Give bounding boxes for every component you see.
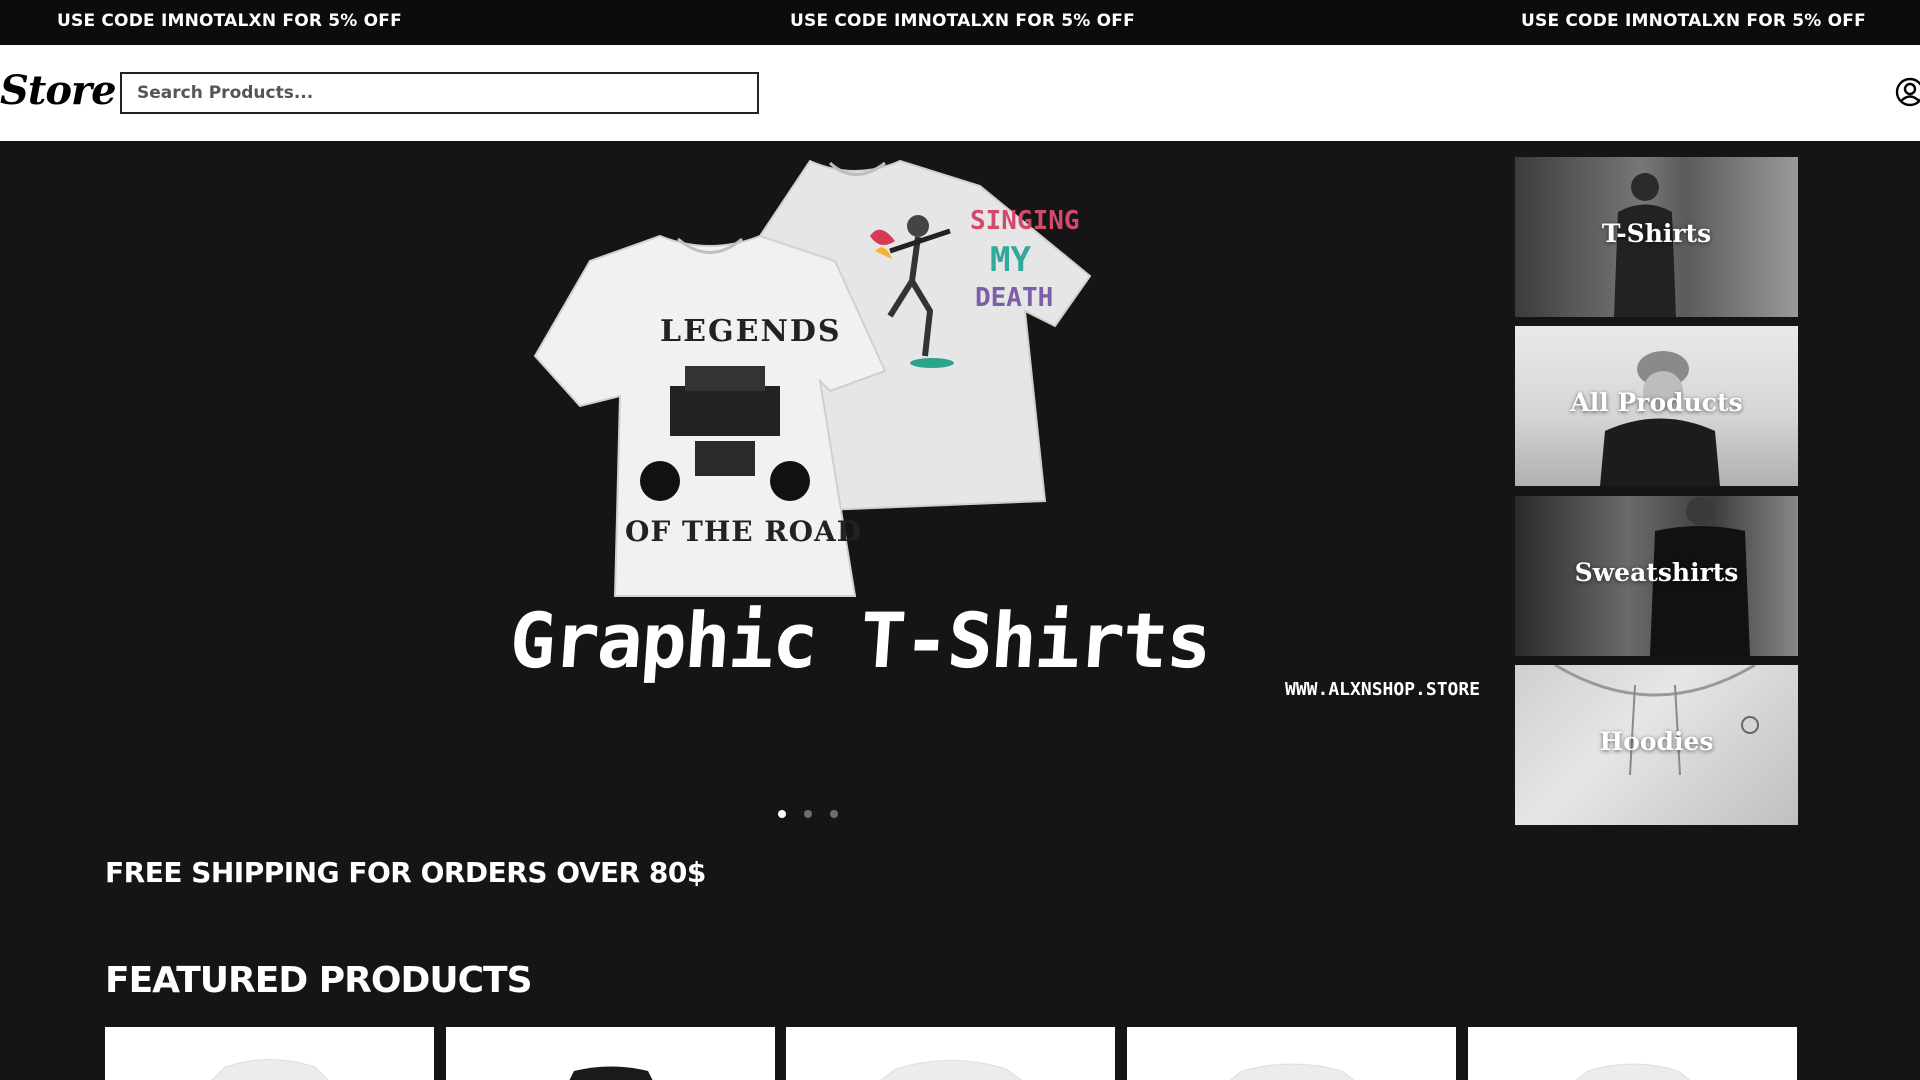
- category-label: All Products: [1570, 388, 1743, 417]
- free-shipping-banner: FREE SHIPPING FOR ORDERS OVER 80$: [105, 856, 706, 889]
- product-image: [1229, 1063, 1355, 1080]
- product-image: [569, 1066, 653, 1080]
- store-logo[interactable]: Store: [0, 67, 117, 114]
- product-card[interactable]: [786, 1027, 1115, 1080]
- search-input[interactable]: [122, 74, 757, 112]
- search-box[interactable]: [120, 72, 759, 114]
- product-card[interactable]: [1127, 1027, 1456, 1080]
- carousel-dot-1[interactable]: [778, 810, 786, 818]
- category-tile-all-products[interactable]: All Products: [1515, 326, 1798, 486]
- product-image: [879, 1060, 1023, 1080]
- shirt-text-my: MY: [990, 240, 1031, 280]
- hero-url: WWW.ALXNSHOP.STORE: [1285, 679, 1481, 700]
- user-circle-icon[interactable]: [1895, 77, 1920, 107]
- promo-message: USE CODE IMNOTALXN FOR 5% OFF: [790, 11, 1135, 31]
- site-header: Store: [0, 45, 1920, 141]
- product-card[interactable]: [105, 1027, 434, 1080]
- shirt-text-singing: SINGING: [970, 206, 1080, 236]
- category-tile-hoodies[interactable]: Hoodies: [1515, 665, 1798, 825]
- shirt-text-legends: LEGENDS: [660, 314, 842, 349]
- category-label: T-Shirts: [1601, 219, 1712, 248]
- shirt-text-death: DEATH: [975, 283, 1053, 313]
- model-silhouette: [1600, 351, 1720, 486]
- category-tile-tshirts[interactable]: T-Shirts: [1515, 157, 1798, 317]
- category-label: Hoodies: [1599, 727, 1714, 756]
- promo-message: USE CODE IMNOTALXN FOR 5% OFF: [1521, 11, 1866, 31]
- announcement-bar: USE CODE IMNOTALXN FOR 5% OFF USE CODE I…: [0, 0, 1920, 45]
- product-image: [1575, 1063, 1691, 1080]
- category-tile-sweatshirts[interactable]: Sweatshirts: [1515, 496, 1798, 656]
- shirt-text-road: OF THE ROAD: [625, 515, 862, 548]
- product-image: [211, 1059, 329, 1080]
- carousel-dot-2[interactable]: [804, 810, 812, 818]
- featured-products-heading: FEATURED PRODUCTS: [105, 960, 532, 1001]
- category-label: Sweatshirts: [1574, 558, 1739, 587]
- product-card[interactable]: [1468, 1027, 1797, 1080]
- carousel-dot-3[interactable]: [830, 810, 838, 818]
- promo-message: USE CODE IMNOTALXN FOR 5% OFF: [57, 11, 402, 31]
- product-card[interactable]: [446, 1027, 775, 1080]
- hero-title: Graphic T-Shirts: [506, 596, 1214, 685]
